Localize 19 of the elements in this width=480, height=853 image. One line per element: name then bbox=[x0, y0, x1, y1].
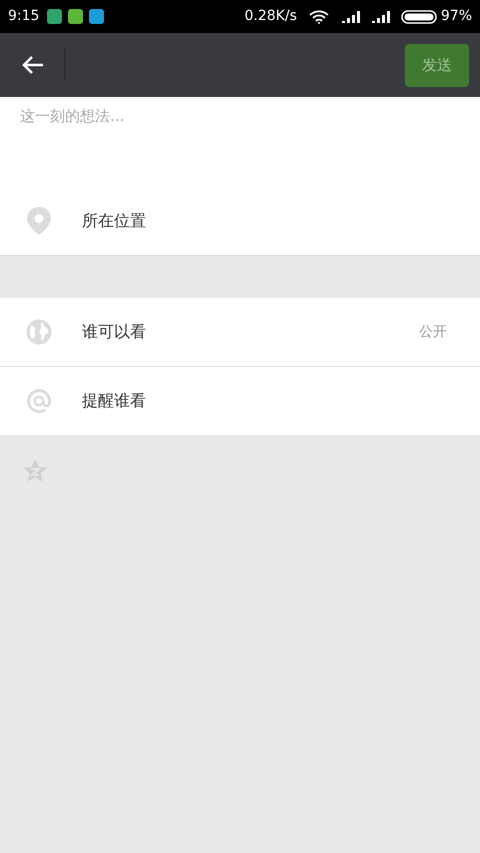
network-speed: 0.28K/s bbox=[244, 7, 297, 26]
option-row[interactable]: 提醒谁看 bbox=[0, 367, 480, 435]
signal-icon bbox=[370, 10, 393, 24]
clock: 9:15 bbox=[8, 7, 40, 26]
option-label: 提醒谁看 bbox=[82, 390, 146, 412]
at-sign-icon bbox=[26, 388, 52, 414]
option-label: 谁可以看 bbox=[82, 321, 146, 343]
battery-icon bbox=[400, 10, 437, 24]
wifi-icon bbox=[308, 10, 329, 24]
option-row[interactable]: 谁可以看 公开 bbox=[0, 298, 480, 366]
battery-level: 97% bbox=[440, 7, 472, 26]
location-label[interactable]: 所在位置 bbox=[82, 209, 146, 233]
post-text-field[interactable]: 这一刻的想法... bbox=[0, 97, 480, 128]
globe-icon bbox=[26, 319, 52, 345]
star-icon[interactable] bbox=[22, 458, 48, 484]
location-pin-icon bbox=[26, 206, 52, 236]
option-value: 公开 bbox=[419, 322, 447, 342]
back-arrow-icon bbox=[21, 55, 45, 75]
signal-icon bbox=[340, 10, 363, 24]
